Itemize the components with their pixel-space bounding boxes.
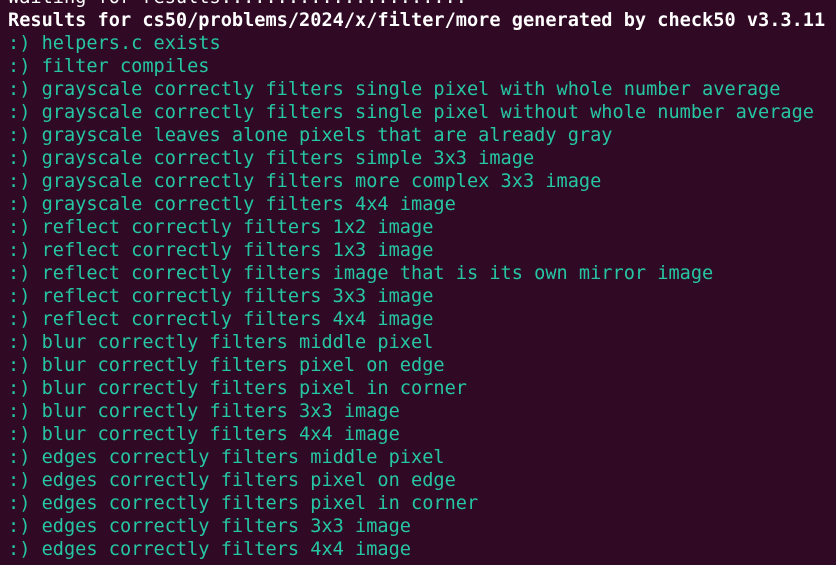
check-result-line: :) helpers.c exists <box>8 33 221 54</box>
terminal-output: Waiting for results.....................… <box>8 0 836 561</box>
check-result-line: :) grayscale correctly filters more comp… <box>8 171 602 192</box>
check-result-line: :) grayscale correctly filters simple 3x… <box>8 148 535 169</box>
check-result-line: :) grayscale correctly filters 4x4 image <box>8 194 456 215</box>
check-result-line: :) reflect correctly filters image that … <box>8 263 714 284</box>
check-result-line: :) blur correctly filters pixel in corne… <box>8 378 467 399</box>
check-result-line: :) blur correctly filters 4x4 image <box>8 424 400 445</box>
check-result-line: :) grayscale leaves alone pixels that ar… <box>8 125 613 146</box>
check-result-line: :) filter compiles <box>8 56 210 77</box>
check-result-line: :) edges correctly filters 3x3 image <box>8 516 411 537</box>
check-result-line: :) edges correctly filters 4x4 image <box>8 539 411 560</box>
check-result-line: :) edges correctly filters pixel on edge <box>8 470 456 491</box>
check-result-line: :) blur correctly filters 3x3 image <box>8 401 400 422</box>
results-header: Results for cs50/problems/2024/x/filter/… <box>8 10 826 31</box>
check-result-line: :) reflect correctly filters 4x4 image <box>8 309 434 330</box>
check-result-line: :) grayscale correctly filters single pi… <box>8 102 814 123</box>
check-result-line: :) reflect correctly filters 1x3 image <box>8 240 434 261</box>
check-result-line: :) blur correctly filters pixel on edge <box>8 355 445 376</box>
terminal-partial-line: Waiting for results.....................… <box>8 0 836 9</box>
check-result-line: :) reflect correctly filters 1x2 image <box>8 217 434 238</box>
check-result-line: :) edges correctly filters middle pixel <box>8 447 445 468</box>
check-result-line: :) edges correctly filters pixel in corn… <box>8 493 479 514</box>
check-result-line: :) reflect correctly filters 3x3 image <box>8 286 434 307</box>
terminal-window[interactable]: Waiting for results.....................… <box>0 0 836 565</box>
check-result-line: :) grayscale correctly filters single pi… <box>8 79 781 100</box>
check-result-line: :) blur correctly filters middle pixel <box>8 332 434 353</box>
